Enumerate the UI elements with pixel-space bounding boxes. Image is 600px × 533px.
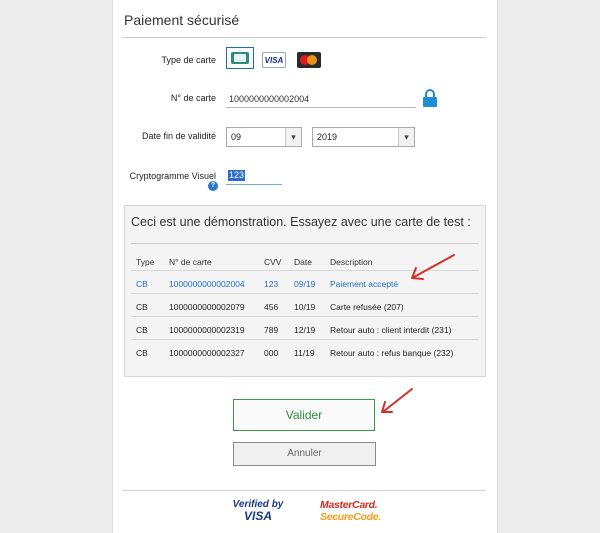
test-cards-box: Ceci est une démonstration. Essayez avec…: [124, 205, 486, 377]
table-cell: CB: [136, 279, 148, 289]
page-title: Paiement sécurisé: [124, 12, 240, 28]
col-header-date: Date: [294, 257, 312, 267]
table-cell: 1000000000002079: [169, 302, 245, 312]
cb-card-icon: [231, 52, 249, 64]
mastercard-securecode-logo: MasterCard. SecureCode.: [320, 499, 381, 523]
test-cards-divider: [131, 243, 479, 244]
annotation-arrow-icon: [381, 388, 413, 413]
table-cell: Carte refusée (207): [330, 302, 404, 312]
lock-icon: [423, 89, 437, 107]
expiry-label: Date fin de validité: [141, 131, 216, 141]
expiry-month-select[interactable]: 09 ▾: [226, 127, 302, 147]
cvv-input[interactable]: 123: [228, 170, 246, 181]
col-header-card-number: N° de carte: [169, 257, 212, 267]
card-type-label: Type de carte: [161, 55, 216, 65]
title-divider: [122, 37, 486, 38]
chevron-down-icon: ▾: [398, 128, 414, 146]
expiry-month-value: 09: [231, 132, 242, 142]
table-cell: 456: [264, 302, 279, 312]
expiry-year-value: 2019: [317, 132, 338, 142]
test-cards-heading: Ceci est une démonstration. Essayez avec…: [131, 215, 471, 229]
col-header-cvv: CVV: [264, 257, 282, 267]
card-type-cb-option[interactable]: [226, 47, 254, 69]
visa-card-icon: VISA: [264, 55, 284, 65]
cancel-button[interactable]: Annuler: [233, 442, 376, 466]
chevron-down-icon: ▾: [285, 128, 301, 146]
card-type-visa-option[interactable]: VISA: [262, 52, 286, 68]
col-header-type: Type: [136, 257, 155, 267]
table-cell: 1000000000002319: [169, 325, 245, 335]
cvv-label: Cryptogramme Visuel: [129, 171, 216, 181]
table-cell: Paiement accepté: [330, 279, 399, 289]
table-cell[interactable]: 1000000000002004: [169, 279, 245, 289]
table-cell: Retour auto : client interdit (231): [330, 325, 452, 335]
card-type-mastercard-option[interactable]: [297, 52, 321, 68]
table-cell: CB: [136, 302, 148, 312]
help-icon[interactable]: ?: [208, 181, 218, 191]
table-cell: Retour auto : refus banque (232): [330, 348, 454, 358]
annotation-arrow-icon: [411, 254, 455, 280]
cvv-underline: [226, 184, 282, 185]
table-cell: 000: [264, 348, 279, 358]
table-cell: 1000000000002327: [169, 348, 245, 358]
card-number-input[interactable]: 1000000000002004: [229, 94, 309, 104]
table-cell: 123: [264, 279, 279, 289]
table-cell: 11/19: [294, 348, 315, 358]
verified-by-visa-logo: Verified by VISA: [232, 499, 284, 523]
table-cell: CB: [136, 348, 148, 358]
expiry-year-select[interactable]: 2019 ▾: [312, 127, 415, 147]
validate-button[interactable]: Valider: [233, 399, 375, 431]
table-cell: CB: [136, 325, 148, 335]
table-cell: 789: [264, 325, 279, 335]
table-cell: 09/19: [294, 279, 316, 289]
card-number-underline: [226, 107, 416, 108]
table-cell: 12/19: [294, 325, 316, 335]
card-number-label: N° de carte: [170, 93, 216, 103]
footer-divider: [122, 490, 486, 491]
table-cell: 10/19: [294, 302, 316, 312]
col-header-description: Description: [330, 257, 373, 267]
